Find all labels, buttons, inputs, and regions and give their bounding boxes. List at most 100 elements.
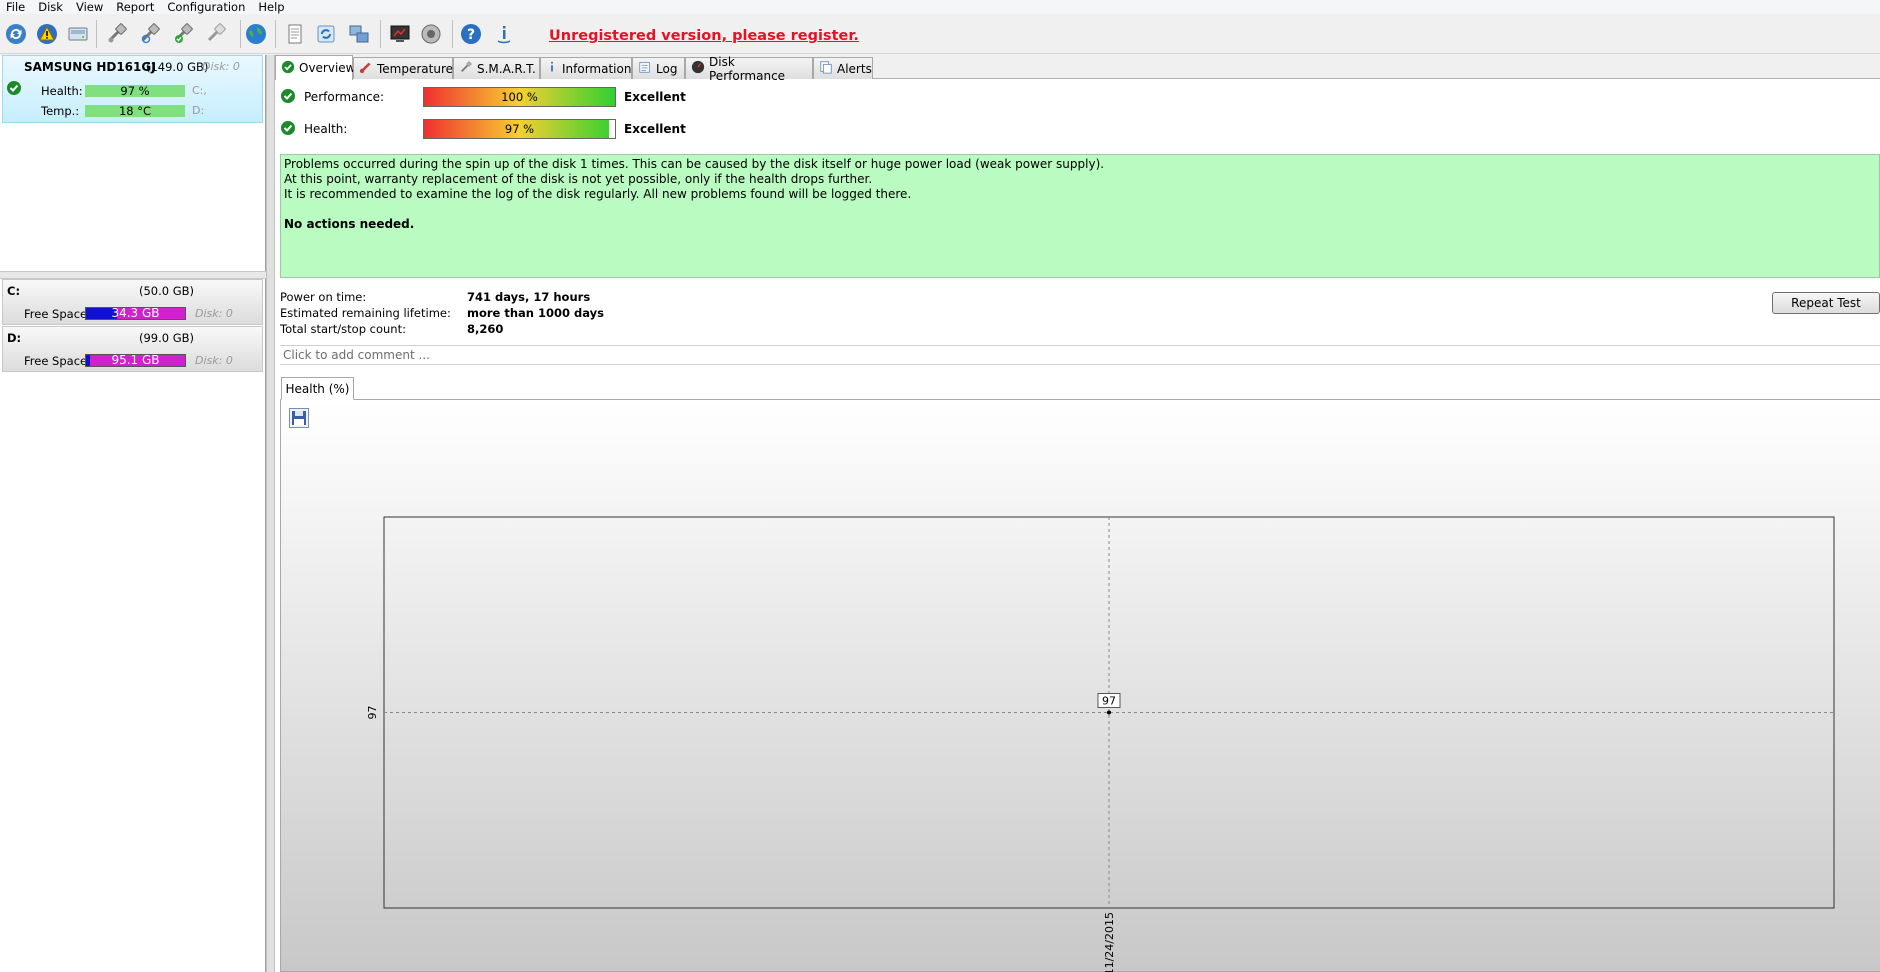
satellite-icon[interactable] bbox=[103, 20, 131, 48]
tab-log[interactable]: Log bbox=[632, 57, 685, 79]
disk-icon[interactable] bbox=[64, 20, 92, 48]
partition-d-free-label: Free Space bbox=[24, 354, 88, 368]
tab-alerts[interactable]: Alerts bbox=[813, 57, 873, 79]
main-splitter[interactable] bbox=[266, 55, 275, 972]
performance-label: Performance: bbox=[304, 90, 385, 104]
partition-c[interactable]: C: (50.0 GB) Free Space 34.3 GB Disk: 0 bbox=[2, 279, 263, 325]
left-pane-splitter[interactable] bbox=[0, 271, 266, 279]
satellite-off-icon[interactable] bbox=[202, 20, 230, 48]
partition-d-free-value: 95.1 GB bbox=[111, 353, 160, 367]
health-label: Health: bbox=[304, 122, 348, 136]
tab-health-chart[interactable]: Health (%) bbox=[281, 377, 354, 400]
tab-smart[interactable]: S.M.A.R.T. bbox=[453, 57, 540, 79]
disk-size: (149.0 GB) bbox=[146, 60, 209, 74]
disk-list-pane: SAMSUNG HD161GJ (149.0 GB) Disk: 0 Healt… bbox=[0, 55, 266, 972]
details-pane: Overview Temperature S.M.A.R.T. Informat… bbox=[275, 55, 1880, 972]
performance-gauge: 100 % bbox=[423, 87, 616, 107]
globe-icon[interactable] bbox=[242, 20, 270, 48]
menu-report[interactable]: Report bbox=[110, 0, 161, 14]
partition-d[interactable]: D: (99.0 GB) Free Space 95.1 GB Disk: 0 bbox=[2, 326, 263, 372]
status-message-line: At this point, warranty replacement of t… bbox=[284, 172, 873, 186]
help-icon[interactable]: ? bbox=[457, 20, 485, 48]
menu-help[interactable]: Help bbox=[252, 0, 291, 14]
satellite-refresh-icon[interactable] bbox=[136, 20, 164, 48]
partition-c-disk: Disk: 0 bbox=[195, 307, 233, 320]
disk-ok-icon bbox=[6, 80, 22, 99]
tab-smart-label: S.M.A.R.T. bbox=[477, 61, 536, 76]
tab-temperature[interactable]: Temperature bbox=[353, 57, 453, 79]
lifetime-value: more than 1000 days bbox=[467, 306, 604, 320]
data-point bbox=[1107, 710, 1111, 715]
tab-log-label: Log bbox=[656, 61, 678, 76]
monitor-icon[interactable] bbox=[386, 20, 414, 48]
alerts-icon bbox=[819, 60, 833, 77]
disk-health-value: 97 % bbox=[120, 84, 150, 98]
x-tick-label: 11/24/2015 bbox=[1103, 912, 1116, 972]
tab-bar: Overview Temperature S.M.A.R.T. Informat… bbox=[275, 55, 1880, 83]
tab-disk-performance-label: Disk Performance bbox=[709, 54, 786, 83]
status-message-line: It is recommended to examine the log of … bbox=[284, 187, 912, 201]
partition-c-size: (50.0 GB) bbox=[139, 284, 195, 298]
tab-overview[interactable]: Overview bbox=[275, 55, 356, 80]
health-chart-panel: 97 11/24/2015 97 bbox=[280, 399, 1880, 972]
health-chart: 97 11/24/2015 97 bbox=[366, 516, 1835, 972]
disk-temp-label: Temp.: bbox=[41, 104, 80, 118]
action-message: No actions needed. bbox=[284, 217, 415, 231]
menu-configuration[interactable]: Configuration bbox=[161, 0, 252, 14]
disk-number: Disk: 0 bbox=[202, 60, 240, 73]
comment-field[interactable]: Click to add comment ... bbox=[280, 345, 1880, 365]
satellite-check-icon[interactable] bbox=[169, 20, 197, 48]
performance-row: Performance: bbox=[280, 87, 384, 107]
register-link[interactable]: Unregistered version, please register. bbox=[549, 28, 859, 44]
partition-d-free-bar: 95.1 GB bbox=[85, 354, 186, 367]
speaker-icon[interactable] bbox=[417, 20, 445, 48]
menu-bar: File Disk View Report Configuration Help bbox=[0, 0, 1880, 14]
menu-view[interactable]: View bbox=[70, 0, 110, 14]
startstop-value: 8,260 bbox=[467, 322, 504, 336]
health-rating: Excellent bbox=[624, 122, 686, 136]
network-icon[interactable] bbox=[345, 20, 373, 48]
performance-rating: Excellent bbox=[624, 90, 686, 104]
gauge-icon bbox=[691, 60, 705, 77]
tab-disk-performance[interactable]: Disk Performance bbox=[685, 55, 813, 83]
menu-disk[interactable]: Disk bbox=[32, 0, 70, 14]
disk-health-drive: C:, bbox=[192, 84, 207, 97]
performance-ok-icon bbox=[280, 88, 296, 107]
disk-temp-value: 18 °C bbox=[118, 104, 152, 118]
health-row: Health: bbox=[280, 119, 347, 139]
power-on-value: 741 days, 17 hours bbox=[467, 290, 591, 304]
health-value: 97 % bbox=[504, 122, 535, 136]
partition-c-letter: C: bbox=[7, 284, 21, 298]
partition-c-free-label: Free Space bbox=[24, 307, 88, 321]
warning-icon[interactable] bbox=[33, 20, 61, 48]
performance-value: 100 % bbox=[501, 90, 538, 104]
ok-check-icon bbox=[281, 60, 295, 77]
y-tick-label: 97 bbox=[366, 706, 379, 720]
partition-c-free-bar: 34.3 GB bbox=[85, 307, 186, 320]
info-icon[interactable] bbox=[490, 20, 518, 48]
sync-icon[interactable] bbox=[312, 20, 340, 48]
startstop-label: Total start/stop count: bbox=[280, 322, 406, 336]
health-ok-icon bbox=[280, 120, 296, 139]
tab-alerts-label: Alerts bbox=[837, 61, 872, 76]
data-label: 97 bbox=[1102, 695, 1116, 708]
disk-name: SAMSUNG HD161GJ bbox=[24, 60, 156, 74]
partition-d-disk: Disk: 0 bbox=[195, 354, 233, 367]
disk-temp-drive: D: bbox=[192, 104, 205, 117]
document-icon[interactable] bbox=[281, 20, 309, 48]
thermometer-icon bbox=[359, 60, 373, 77]
disk-temp-bar: 18 °C bbox=[85, 105, 185, 117]
disk-list-item[interactable]: SAMSUNG HD161GJ (149.0 GB) Disk: 0 Healt… bbox=[2, 55, 263, 123]
repeat-test-button[interactable]: Repeat Test bbox=[1772, 292, 1880, 314]
partition-c-free-value: 34.3 GB bbox=[111, 306, 160, 320]
status-message-box: Problems occurred during the spin up of … bbox=[280, 154, 1880, 278]
tab-information[interactable]: Information bbox=[540, 57, 632, 79]
status-message-line: Problems occurred during the spin up of … bbox=[284, 157, 1105, 171]
disk-health-label: Health: bbox=[41, 84, 83, 98]
menu-file[interactable]: File bbox=[0, 0, 32, 14]
tab-information-label: Information bbox=[562, 61, 632, 76]
refresh-icon[interactable] bbox=[2, 20, 30, 48]
tab-temperature-label: Temperature bbox=[377, 61, 454, 76]
satellite-icon bbox=[459, 60, 473, 77]
partition-d-size: (99.0 GB) bbox=[139, 331, 195, 345]
